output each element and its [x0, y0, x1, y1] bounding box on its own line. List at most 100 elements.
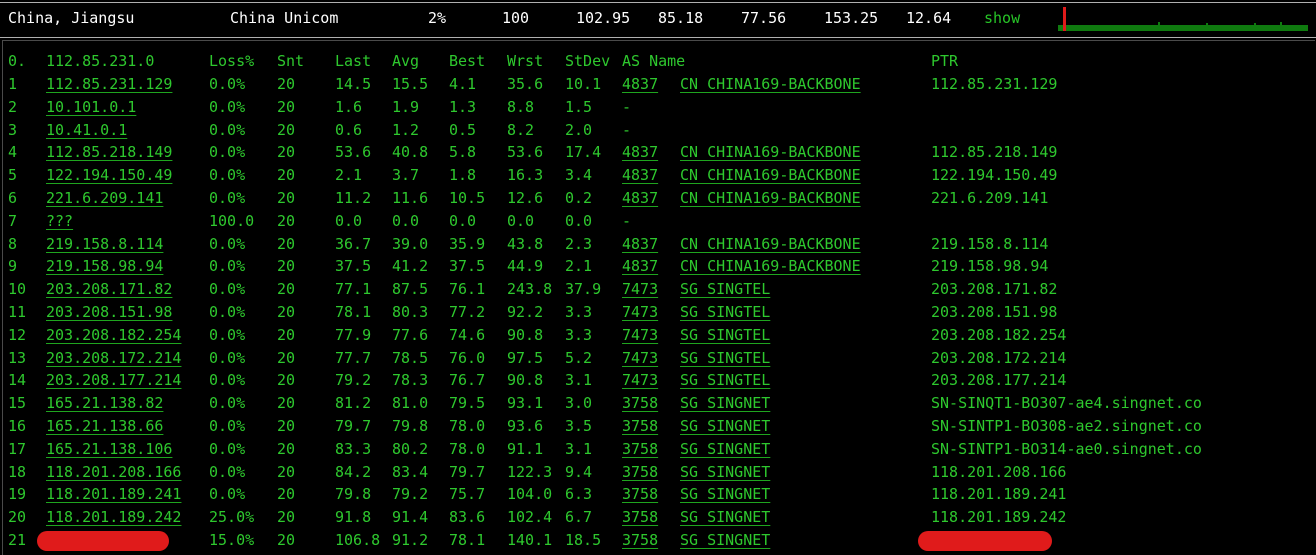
hop-ip-link[interactable]: 118.201.189.241 [46, 483, 181, 505]
hop-as-name-link[interactable]: SG SINGNET [680, 392, 770, 414]
hop-loss: 0.0% [209, 349, 246, 367]
hop-ip-link[interactable]: 203.208.172.214 [46, 347, 181, 369]
hop-asn-link[interactable]: 7473 [622, 278, 658, 300]
hop-as-name-link[interactable]: SG SINGTEL [680, 324, 770, 346]
hop-ip-link[interactable]: 219.158.98.94 [46, 255, 163, 277]
hop-sent: 20 [277, 417, 296, 435]
hop-ip-link[interactable]: 221.6.209.141 [46, 187, 163, 209]
hop-ip-link[interactable]: 118.201.189.242 [46, 506, 181, 528]
hop-avg: 91.2 [392, 531, 429, 549]
hop-asn-link[interactable]: 4837 [622, 141, 658, 163]
table-row: 10 203.208.171.82 0.0% 20 77.1 87.5 76.1 243.8 3… [0, 278, 1316, 300]
hop-asn-link[interactable]: 7473 [622, 324, 658, 346]
hop-number: 15 [8, 394, 27, 412]
hop-asn-link[interactable]: 4837 [622, 255, 658, 277]
hop-ptr: 203.208.171.82 [931, 280, 1058, 298]
hop-ip-link[interactable]: 112.85.218.149 [46, 141, 172, 163]
hop-as-name-link[interactable]: CN CHINA169-BACKBONE [680, 233, 861, 255]
hop-ptr: 118.201.189.241 [931, 485, 1067, 503]
hop-avg: 80.2 [392, 440, 429, 458]
hop-ip-link[interactable]: 203.208.177.214 [46, 369, 181, 391]
summary-worst: 153.25 [824, 9, 879, 27]
hop-asn-link[interactable]: 7473 [622, 301, 658, 323]
hop-as-name-link[interactable]: SG SINGTEL [680, 369, 770, 391]
hop-best: 5.8 [449, 143, 477, 161]
latency-sparkline [1058, 7, 1308, 31]
table-row: 15 165.21.138.82 0.0% 20 81.2 81.0 79.5 93.1 3.0… [0, 392, 1316, 414]
hop-loss: 0.0% [209, 463, 246, 481]
hop-asn-link[interactable]: 3758 [622, 483, 658, 505]
hop-ip-link[interactable]: 203.208.171.82 [46, 278, 172, 300]
hop-ip-link[interactable]: 10.41.0.1 [46, 119, 127, 141]
hop-as-name-link[interactable]: SG SINGNET [680, 529, 770, 551]
hop-as-name-link[interactable]: CN CHINA169-BACKBONE [680, 164, 861, 186]
hop-as-name-link[interactable]: SG SINGTEL [680, 278, 770, 300]
summary-best: 77.56 [741, 9, 787, 27]
hop-best: 35.9 [449, 235, 486, 253]
hop-sent: 20 [277, 75, 296, 93]
hop-avg: 78.5 [392, 349, 429, 367]
hop-loss: 0.0% [209, 143, 246, 161]
hop-as-name-link[interactable]: SG SINGNET [680, 415, 770, 437]
hop-asn-link[interactable]: 3758 [622, 392, 658, 414]
hop-ip-link[interactable]: 118.201.208.166 [46, 461, 181, 483]
redacted-ptr [918, 531, 1052, 551]
hop-ip-link[interactable]: 165.21.138.66 [46, 415, 163, 437]
hop-as-name-link[interactable]: SG SINGNET [680, 483, 770, 505]
hop-asn-link[interactable]: 3758 [622, 438, 658, 460]
hop-worst: 16.3 [507, 166, 544, 184]
hop-asn-link[interactable]: 4837 [622, 233, 658, 255]
hop-sent: 20 [277, 235, 296, 253]
hop-asn-link[interactable]: 3758 [622, 529, 658, 551]
hop-sent: 20 [277, 371, 296, 389]
hop-ip-link[interactable]: 122.194.150.49 [46, 164, 172, 186]
hop-as-name-link[interactable]: CN CHINA169-BACKBONE [680, 73, 861, 95]
hop-loss: 0.0% [209, 303, 246, 321]
hop-as-name-link[interactable]: SG SINGNET [680, 438, 770, 460]
hop-asn-link[interactable]: 4837 [622, 73, 658, 95]
hop-avg: 41.2 [392, 257, 429, 275]
hop-asn-link[interactable]: 3758 [622, 461, 658, 483]
hop-number: 8 [8, 235, 18, 253]
hop-best: 37.5 [449, 257, 486, 275]
hop-asn-link[interactable]: 3758 [622, 415, 658, 437]
hop-ptr: SN-SINTP1-BO308-ae2.singnet.co [931, 417, 1202, 435]
hop-as-name-link[interactable]: SG SINGNET [680, 461, 770, 483]
hop-ptr: 122.194.150.49 [931, 166, 1058, 184]
hop-ip-link[interactable]: 112.85.231.129 [46, 73, 172, 95]
hop-as-name-link[interactable]: CN CHINA169-BACKBONE [680, 187, 861, 209]
hop-avg: 11.6 [392, 189, 429, 207]
hop-ip-link[interactable]: 219.158.8.114 [46, 233, 163, 255]
hop-worst: 122.3 [507, 463, 553, 481]
hop-number: 12 [8, 326, 27, 344]
show-link[interactable]: show [984, 9, 1020, 27]
summary-stdev: 12.64 [906, 9, 952, 27]
hop-as-name-link[interactable]: SG SINGTEL [680, 301, 770, 323]
hop-asn-link[interactable]: 7473 [622, 347, 658, 369]
sparkline-bump [1158, 22, 1160, 25]
hop-ip-link[interactable]: 10.101.0.1 [46, 96, 136, 118]
hop-last: 77.1 [335, 280, 372, 298]
hop-ip-link[interactable]: 165.21.138.82 [46, 392, 163, 414]
hop-as-name-link[interactable]: SG SINGTEL [680, 347, 770, 369]
hop-asn-link[interactable]: 7473 [622, 369, 658, 391]
hop-asn-link[interactable]: 4837 [622, 164, 658, 186]
hop-best: 76.1 [449, 280, 486, 298]
hop-as-name-link[interactable]: SG SINGNET [680, 506, 770, 528]
hop-ip-link[interactable]: 203.208.151.98 [46, 301, 172, 323]
hop-as-name-link[interactable]: CN CHINA169-BACKBONE [680, 141, 861, 163]
hop-as-name-link[interactable]: CN CHINA169-BACKBONE [680, 255, 861, 277]
hop-ip-link[interactable]: ??? [46, 210, 73, 232]
table-row: 4 112.85.218.149 0.0% 20 53.6 40.8 5.8 53.6 17.4… [0, 141, 1316, 163]
hop-worst: 93.1 [507, 394, 544, 412]
hop-asn-link[interactable]: 3758 [622, 506, 658, 528]
hop-sent: 20 [277, 531, 296, 549]
hop-ip-link[interactable]: 203.208.182.254 [46, 324, 181, 346]
sparkline-bump [1254, 23, 1256, 25]
hop-avg: 15.5 [392, 75, 429, 93]
header-wrst: Wrst [507, 52, 544, 70]
hop-ptr: 112.85.231.129 [931, 75, 1058, 93]
hop-ip-link[interactable]: 165.21.138.106 [46, 438, 172, 460]
table-row: 13 203.208.172.214 0.0% 20 77.7 78.5 76.0 97.5 5… [0, 347, 1316, 369]
hop-asn-link[interactable]: 4837 [622, 187, 658, 209]
